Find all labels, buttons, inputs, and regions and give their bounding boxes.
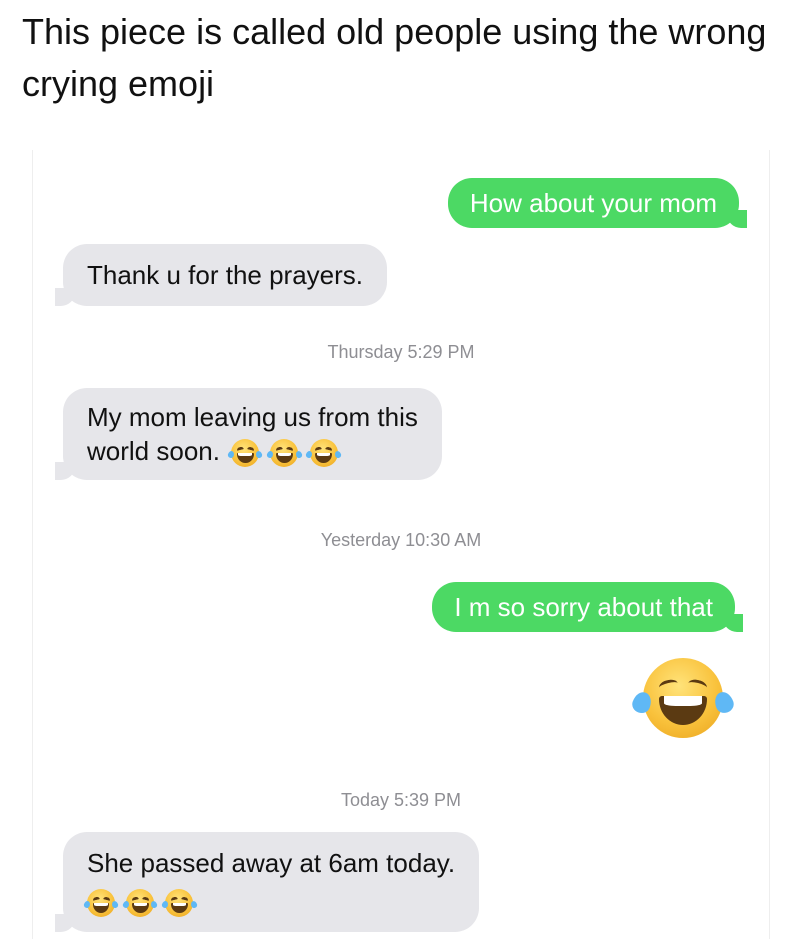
message-thread: How about your mom Thank u for the praye…: [32, 150, 770, 939]
timestamp: Thursday 5:29 PM: [327, 342, 475, 362]
tears-of-joy-icon: [121, 889, 159, 918]
tears-of-joy-icon: [82, 889, 120, 918]
meme-caption: This piece is called old people using th…: [22, 11, 767, 104]
sent-message-bubble: How about your mom: [447, 178, 748, 228]
message-text: How about your mom: [469, 188, 717, 218]
message-text: world soon.: [87, 436, 220, 466]
tears-of-joy-icon: [630, 658, 736, 738]
tears-of-joy-icon: [266, 439, 303, 468]
message-text: She passed away at 6am today.: [87, 848, 456, 878]
message-text: Thank u for the prayers.: [87, 260, 364, 290]
timestamp: Yesterday 10:30 AM: [320, 530, 482, 550]
message-text: My mom leaving us from this: [87, 402, 418, 432]
received-message-bubble: My mom leaving us from this world soon.: [55, 388, 442, 480]
tears-of-joy-icon: [161, 889, 198, 918]
timestamp: Today 5:39 PM: [340, 790, 462, 810]
received-message-bubble: She passed away at 6am today.: [54, 832, 480, 932]
tears-of-joy-icon: [305, 439, 343, 468]
received-message-bubble: Thank u for the prayers.: [54, 244, 388, 306]
message-text: I m so sorry about that: [454, 592, 713, 622]
tears-of-joy-icon: [226, 439, 264, 468]
sent-message-bubble: I m so sorry about that: [432, 582, 743, 632]
